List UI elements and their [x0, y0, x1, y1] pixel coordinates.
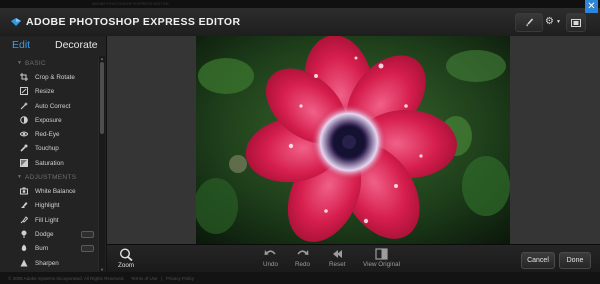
- sidebar-item-label: Auto Correct: [35, 102, 71, 110]
- tab-decorate[interactable]: Decorate: [55, 39, 98, 51]
- scroll-up-icon[interactable]: ▲: [99, 56, 105, 61]
- chevron-down-icon: ▼: [556, 18, 561, 25]
- undo-icon: [264, 250, 276, 255]
- redo-icon: [297, 250, 309, 255]
- sidebar-item-resize[interactable]: Resize: [0, 84, 106, 98]
- dodge-icon: [20, 230, 28, 238]
- fullscreen-icon: [571, 18, 581, 27]
- burn-toggle[interactable]: [81, 245, 94, 253]
- photo[interactable]: [196, 36, 510, 244]
- brush-icon: [526, 17, 534, 26]
- sidebar-item-highlight[interactable]: Highlight: [0, 198, 106, 212]
- cancel-button[interactable]: Cancel: [521, 252, 555, 269]
- sharpen-icon: [20, 259, 28, 267]
- sidebar-scrollbar[interactable]: ▲ ▼: [98, 56, 105, 272]
- gear-icon: ⚙: [545, 16, 554, 27]
- collapse-triangle-icon: ▼: [17, 174, 23, 181]
- undo-label: Undo: [263, 261, 279, 268]
- app-title: ADOBE PHOTOSHOP EXPRESS EDITOR: [26, 16, 241, 28]
- crop-icon: [20, 73, 28, 81]
- reset-icon: [333, 250, 343, 258]
- sidebar-item-crop-rotate[interactable]: Crop & Rotate: [0, 70, 106, 84]
- sidebar-item-exposure[interactable]: Exposure: [0, 113, 106, 127]
- sidebar-item-touchup[interactable]: Touchup: [0, 141, 106, 155]
- sidebar-item-auto-correct[interactable]: Auto Correct: [0, 99, 106, 113]
- sidebar-item-label: Exposure: [35, 116, 62, 124]
- sidebar-item-label: Saturation: [35, 159, 64, 167]
- canvas-area: [107, 36, 600, 244]
- sidebar-item-label: White Balance: [35, 188, 76, 196]
- ghost-title: ADOBE PHOTOSHOP EXPRESS EDITOR: [92, 1, 169, 6]
- logo-icon: [11, 18, 21, 26]
- collapse-triangle-icon: ▼: [17, 60, 23, 66]
- sidebar-item-dodge[interactable]: Dodge: [0, 227, 106, 241]
- flower-photo-image: [196, 36, 510, 244]
- zoom-button[interactable]: Zoom: [118, 248, 134, 269]
- sidebar-item-red-eye[interactable]: Red-Eye: [0, 127, 106, 141]
- zoom-icon: [120, 248, 133, 261]
- title-bar: ADOBE PHOTOSHOP EXPRESS EDITOR ⚙ ▼ ✕: [0, 0, 600, 37]
- sidebar-item-fill-light[interactable]: Fill Light: [0, 213, 106, 227]
- saturation-icon: [20, 158, 28, 167]
- footer: © 2008 Adobe Systems Incorporated. All R…: [0, 272, 600, 284]
- sidebar-item-burn[interactable]: Burn: [0, 241, 106, 255]
- brush-tool-button[interactable]: [515, 13, 543, 32]
- sidebar-item-label: Burn: [35, 245, 49, 253]
- sidebar-item-label: Highlight: [35, 202, 60, 210]
- privacy-link[interactable]: Privacy Policy: [166, 276, 194, 281]
- section-adjustments-header[interactable]: ▼ ADJUSTMENTS: [0, 170, 106, 184]
- white-balance-icon: [20, 187, 28, 195]
- footer-separator: |: [161, 276, 163, 281]
- sidebar: Edit Decorate ▼ BASIC Crop & Rotate Resi…: [0, 36, 107, 272]
- resize-icon: [20, 87, 28, 96]
- section-adjustments-label: ADJUSTMENTS: [25, 173, 77, 181]
- redo-button[interactable]: Redo: [295, 248, 310, 268]
- settings-button[interactable]: ⚙ ▼: [543, 13, 563, 30]
- sidebar-item-saturation[interactable]: Saturation: [0, 156, 106, 170]
- sidebar-tabs: Edit Decorate: [0, 36, 106, 56]
- highlight-icon: [20, 201, 28, 209]
- bottom-toolbar: Zoom Undo Redo Reset View Original Cance…: [107, 244, 600, 273]
- fullscreen-button[interactable]: [566, 13, 586, 32]
- sidebar-item-label: Crop & Rotate: [35, 74, 75, 81]
- scroll-thumb[interactable]: [100, 62, 104, 134]
- reset-button[interactable]: Reset: [329, 248, 345, 268]
- eye-icon: [20, 130, 28, 138]
- burn-icon: [20, 244, 28, 252]
- done-button[interactable]: Done: [559, 252, 591, 269]
- close-icon: ✕: [587, 1, 596, 12]
- sidebar-item-label: Sharpen: [35, 259, 59, 267]
- view-original-button[interactable]: View Original: [363, 248, 400, 268]
- undo-button[interactable]: Undo: [263, 248, 278, 268]
- tab-edit[interactable]: Edit: [12, 39, 30, 51]
- redo-label: Redo: [295, 261, 311, 268]
- touchup-icon: [20, 144, 28, 153]
- zoom-label: Zoom: [118, 262, 135, 269]
- wand-icon: [20, 101, 28, 110]
- dodge-toggle[interactable]: [81, 230, 94, 238]
- view-original-label: View Original: [363, 261, 400, 268]
- sidebar-item-white-balance[interactable]: White Balance: [0, 184, 106, 198]
- terms-link[interactable]: Terms of Use: [131, 276, 158, 281]
- sidebar-item-label: Red-Eye: [35, 131, 60, 139]
- sidebar-item-sharpen[interactable]: Sharpen: [0, 256, 106, 270]
- sidebar-item-label: Resize: [35, 88, 55, 96]
- section-basic-header[interactable]: ▼ BASIC: [0, 56, 106, 70]
- sidebar-item-label: Fill Light: [35, 216, 59, 224]
- reset-label: Reset: [329, 261, 346, 268]
- fill-light-icon: [20, 215, 28, 224]
- close-button[interactable]: ✕: [585, 0, 598, 13]
- view-original-icon: [375, 248, 388, 260]
- section-basic-label: BASIC: [25, 59, 47, 67]
- exposure-icon: [20, 116, 28, 124]
- sidebar-item-label: Touchup: [35, 145, 59, 153]
- sidebar-item-label: Dodge: [35, 230, 54, 238]
- copyright-text: © 2008 Adobe Systems Incorporated. All R…: [8, 276, 125, 281]
